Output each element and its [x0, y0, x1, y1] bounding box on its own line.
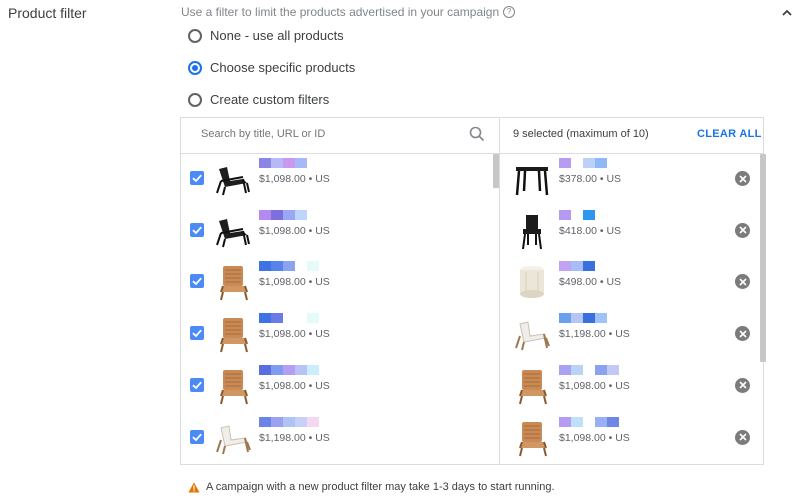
selected-product-row[interactable]: $1,098.00 • US — [500, 364, 758, 406]
product-price: $498.00 • US — [559, 276, 622, 289]
header-divider — [181, 153, 763, 154]
search-icon[interactable] — [469, 126, 485, 142]
checkbox-checked-icon[interactable] — [190, 171, 204, 185]
help-line: Use a filter to limit the products adver… — [181, 5, 516, 19]
product-price: $1,098.00 • US — [259, 328, 330, 341]
product-price: $1,098.00 • US — [259, 173, 330, 185]
radio-button-icon[interactable] — [188, 28, 202, 43]
available-product-row[interactable]: $1,098.00 • US — [181, 209, 491, 249]
remove-icon[interactable] — [735, 171, 750, 186]
warning-message: A campaign with a new product filter may… — [188, 481, 555, 493]
section-label: Product filter — [8, 5, 87, 21]
checkbox-checked-icon[interactable] — [190, 222, 204, 237]
available-product-row[interactable]: $1,098.00 • US — [181, 260, 491, 302]
checkbox-checked-icon[interactable] — [190, 274, 204, 289]
product-title-redacted — [259, 209, 307, 220]
available-product-row[interactable]: $1,098.00 • US — [181, 364, 491, 406]
product-title-redacted — [259, 261, 319, 272]
product-price: $1,098.00 • US — [559, 431, 630, 444]
product-title-redacted — [559, 209, 595, 220]
product-title-redacted — [559, 261, 595, 272]
product-price: $378.00 • US — [559, 173, 622, 185]
product-title-redacted — [259, 158, 307, 168]
search-input[interactable] — [201, 128, 461, 140]
checkbox-checked-icon[interactable] — [190, 377, 204, 392]
right-scrollbar[interactable] — [760, 154, 766, 362]
remove-icon[interactable] — [735, 222, 750, 238]
product-title-redacted — [259, 313, 319, 324]
product-price: $1,098.00 • US — [259, 379, 330, 392]
remove-icon[interactable] — [735, 274, 750, 290]
product-price: $418.00 • US — [559, 224, 622, 237]
white-round-ottoman-icon — [512, 262, 552, 302]
product-title-redacted — [559, 416, 619, 427]
product-price: $1,198.00 • US — [559, 328, 630, 341]
product-price: $1,098.00 • US — [559, 379, 630, 392]
woven-chair-icon — [512, 418, 552, 458]
left-scrollbar[interactable] — [493, 154, 499, 188]
product-price: $1,098.00 • US — [259, 276, 330, 289]
product-title-redacted — [559, 364, 619, 375]
black-chair-icon — [213, 211, 253, 251]
clear-all-button[interactable]: CLEAR ALL — [697, 128, 762, 140]
woven-chair-icon — [213, 366, 253, 406]
remove-icon[interactable] — [735, 326, 750, 342]
chevron-up-icon[interactable] — [780, 6, 794, 20]
checkbox-checked-icon[interactable] — [190, 429, 204, 444]
radio-none[interactable]: None - use all products — [188, 28, 344, 43]
woven-chair-icon — [213, 314, 253, 354]
available-product-row[interactable]: $1,098.00 • US — [181, 312, 491, 354]
selected-count: 9 selected (maximum of 10) — [513, 128, 649, 140]
woven-chair-icon — [512, 366, 552, 406]
black-side-chair-icon — [512, 211, 552, 251]
product-title-redacted — [259, 416, 319, 427]
radio-button-selected-icon[interactable] — [188, 60, 202, 75]
black-chair-icon — [213, 159, 253, 199]
selected-product-row[interactable]: $498.00 • US — [500, 260, 758, 300]
warning-icon — [188, 482, 200, 492]
selected-product-row[interactable]: $418.00 • US — [500, 209, 758, 249]
radio-label: Choose specific products — [210, 60, 356, 75]
white-chair-icon — [213, 418, 253, 458]
checkbox-checked-icon[interactable] — [190, 326, 204, 341]
warning-text: A campaign with a new product filter may… — [206, 481, 555, 493]
available-product-row[interactable]: $1,098.00 • US — [181, 157, 491, 197]
product-title-redacted — [559, 158, 607, 168]
radio-choose-specific[interactable]: Choose specific products — [188, 60, 355, 75]
remove-icon[interactable] — [735, 429, 750, 445]
help-text: Use a filter to limit the products adver… — [181, 5, 500, 19]
white-chair-icon — [512, 314, 552, 354]
product-title-redacted — [259, 364, 319, 375]
selected-product-row[interactable]: $378.00 • US — [500, 157, 758, 197]
product-price: $1,198.00 • US — [259, 431, 330, 444]
selected-product-row[interactable]: $1,098.00 • US — [500, 416, 758, 456]
radio-label: None - use all products — [210, 28, 344, 43]
selected-product-row[interactable]: $1,198.00 • US — [500, 312, 758, 352]
woven-chair-icon — [213, 262, 253, 302]
help-icon[interactable]: ? — [503, 6, 516, 18]
remove-icon[interactable] — [735, 377, 750, 393]
radio-label: Create custom filters — [210, 92, 330, 107]
radio-custom-filters[interactable]: Create custom filters — [188, 92, 329, 107]
black-table-icon — [512, 159, 552, 199]
product-price: $1,098.00 • US — [259, 224, 330, 237]
available-product-row[interactable]: $1,198.00 • US — [181, 416, 491, 456]
radio-button-icon[interactable] — [188, 92, 202, 107]
product-title-redacted — [559, 313, 607, 324]
